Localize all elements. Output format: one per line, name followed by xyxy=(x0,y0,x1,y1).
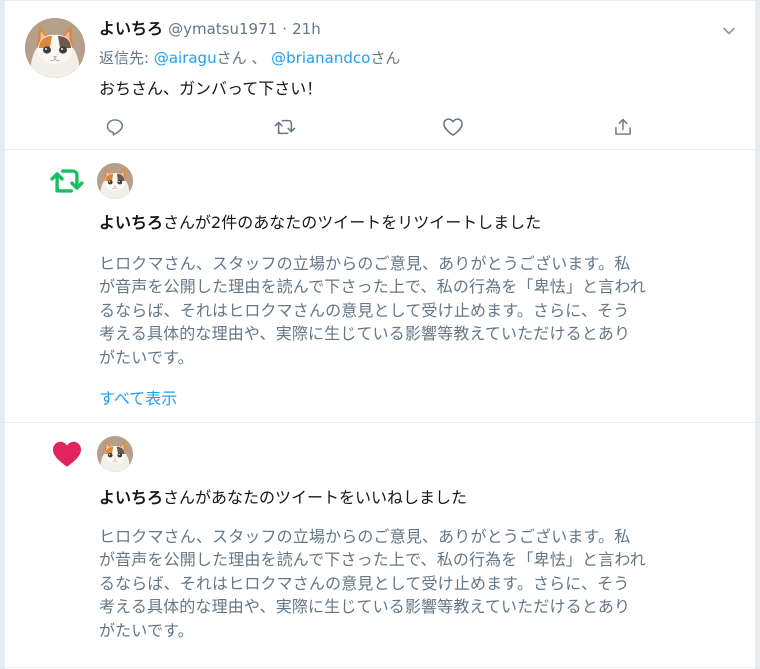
reply-prefix: 返信先: xyxy=(99,49,154,67)
text-line: ヒロクマさん、スタッフの立場からのご意見、ありがとうございます。私 xyxy=(99,527,631,546)
mention-link[interactable]: @airagu xyxy=(154,49,217,67)
text-line: が音声を公開した理由を読んで下さった上で、私の行為を「卑怯」と言われ xyxy=(99,550,646,570)
user-name[interactable]: よいちろ xyxy=(99,488,163,507)
notification-title: よいちろさんが2件のあなたのツイートをリツイートしました xyxy=(99,212,541,234)
reply-suffix: さん 、 xyxy=(216,49,272,67)
heart-icon xyxy=(49,436,85,472)
text-line: が音声を公開した理由を読んで下さった上で、私の行為を「卑怯」と言われ xyxy=(99,277,646,297)
notifications-timeline: よいちろ @ymatsu1971 · 21h 返信先: @airaguさん 、 … xyxy=(4,0,756,669)
notification-retweet[interactable]: よいちろさんが2件のあなたのツイートをリツイートしました ヒロクマさん、スタッフ… xyxy=(5,150,755,423)
separator: · xyxy=(282,20,288,38)
retweet-icon xyxy=(49,163,85,199)
text-line: ヒロクマさん、スタッフの立場からのご意見、ありがとうございます。私 xyxy=(99,254,631,273)
notification-like[interactable]: よいちろさんがあなたのツイートをいいねしました ヒロクマさん、スタッフの立場から… xyxy=(5,423,755,668)
chevron-down-icon[interactable] xyxy=(721,23,737,39)
reply-context: 返信先: @airaguさん 、 @brianandcoさん xyxy=(99,48,400,68)
tweet-header: よいちろ @ymatsu1971 · 21h xyxy=(99,18,321,40)
avatar[interactable] xyxy=(97,163,133,199)
heart-icon[interactable] xyxy=(441,115,465,139)
text-line: るならば、それはヒロクマさんの意見として受け止めます。さらに、そう xyxy=(99,300,630,320)
retweet-icon[interactable] xyxy=(273,115,297,139)
text-line: がたいです。 xyxy=(99,620,194,640)
tweet-text: おちさん、ガンバって下さい！ xyxy=(99,79,323,98)
user-handle[interactable]: @ymatsu1971 xyxy=(168,20,277,38)
notification-tweet-text[interactable]: ヒロクマさん、スタッフの立場からのご意見、ありがとうございます。私 が音声を公開… xyxy=(99,252,739,369)
notification-tweet-text[interactable]: ヒロクマさん、スタッフの立場からのご意見、ありがとうございます。私 が音声を公開… xyxy=(99,525,739,642)
user-name[interactable]: よいちろ xyxy=(99,213,163,232)
notification-action-text: さんがあなたのツイートをいいねしました xyxy=(163,488,468,507)
text-line: がたいです。 xyxy=(99,347,194,367)
user-name[interactable]: よいちろ xyxy=(99,19,163,38)
avatar[interactable] xyxy=(25,18,85,78)
text-line: るならば、それはヒロクマさんの意見として受け止めます。さらに、そう xyxy=(99,573,630,593)
tweet[interactable]: よいちろ @ymatsu1971 · 21h 返信先: @airaguさん 、 … xyxy=(5,0,755,150)
reply-suffix: さん xyxy=(370,49,401,67)
share-icon[interactable] xyxy=(611,115,635,139)
show-all-link[interactable]: すべて表示 xyxy=(99,388,177,410)
notification-title: よいちろさんがあなたのツイートをいいねしました xyxy=(99,487,467,509)
timestamp[interactable]: 21h xyxy=(292,20,321,38)
tweet-actions xyxy=(99,115,631,139)
mention-link[interactable]: @brianandco xyxy=(271,49,370,67)
text-line: 考える具体的な理由や、実際に生じている影響等教えていただけるとあり xyxy=(99,597,631,617)
avatar[interactable] xyxy=(97,436,133,472)
reply-icon[interactable] xyxy=(103,115,127,139)
text-line: 考える具体的な理由や、実際に生じている影響等教えていただけるとあり xyxy=(99,324,631,344)
notification-action-text: さんが2件のあなたのツイートをリツイートしました xyxy=(163,213,542,232)
